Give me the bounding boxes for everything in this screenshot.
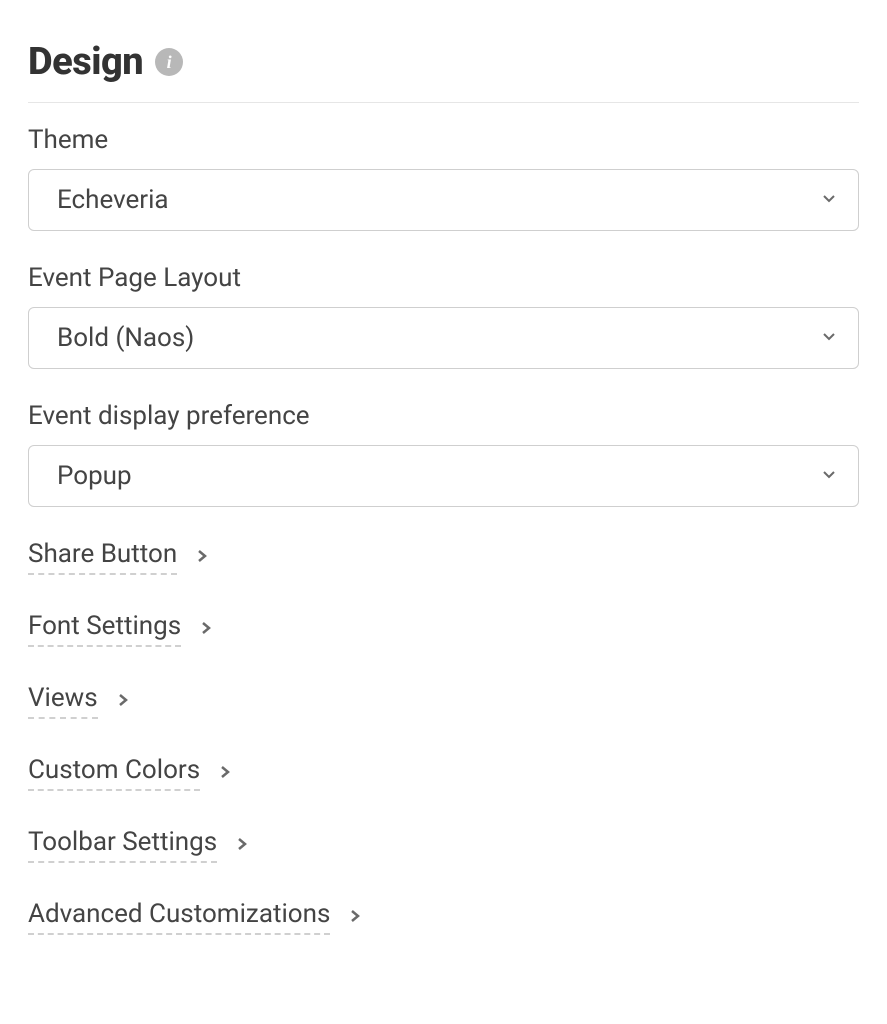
expandable-sections: Share Button Font Settings Views Custom … <box>28 539 859 971</box>
section-title: Design <box>28 40 143 84</box>
views-label: Views <box>28 683 98 719</box>
toolbar-settings-section[interactable]: Toolbar Settings <box>28 827 249 863</box>
views-section[interactable]: Views <box>28 683 130 719</box>
custom-colors-section[interactable]: Custom Colors <box>28 755 232 791</box>
font-settings-section[interactable]: Font Settings <box>28 611 213 647</box>
chevron-right-icon <box>199 620 213 639</box>
theme-select[interactable]: Echeveria <box>28 169 859 231</box>
event-display-preference-select-value: Popup <box>57 461 132 491</box>
theme-select-wrapper: Echeveria <box>28 169 859 231</box>
font-settings-label: Font Settings <box>28 611 181 647</box>
theme-select-value: Echeveria <box>57 185 169 215</box>
theme-field: Theme Echeveria <box>28 125 859 231</box>
event-page-layout-field: Event Page Layout Bold (Naos) <box>28 263 859 369</box>
chevron-right-icon <box>235 836 249 855</box>
toolbar-settings-label: Toolbar Settings <box>28 827 217 863</box>
theme-label: Theme <box>28 125 859 155</box>
event-page-layout-select[interactable]: Bold (Naos) <box>28 307 859 369</box>
advanced-customizations-label: Advanced Customizations <box>28 899 330 935</box>
share-button-label: Share Button <box>28 539 177 575</box>
event-display-preference-select[interactable]: Popup <box>28 445 859 507</box>
event-display-preference-label: Event display preference <box>28 401 859 431</box>
info-icon[interactable]: i <box>155 48 183 76</box>
chevron-right-icon <box>218 764 232 783</box>
event-page-layout-select-value: Bold (Naos) <box>57 323 194 353</box>
share-button-section[interactable]: Share Button <box>28 539 209 575</box>
chevron-right-icon <box>348 908 362 927</box>
event-page-layout-label: Event Page Layout <box>28 263 859 293</box>
design-section-header: Design i <box>28 40 859 103</box>
chevron-right-icon <box>195 548 209 567</box>
event-display-preference-select-wrapper: Popup <box>28 445 859 507</box>
event-display-preference-field: Event display preference Popup <box>28 401 859 507</box>
advanced-customizations-section[interactable]: Advanced Customizations <box>28 899 362 935</box>
custom-colors-label: Custom Colors <box>28 755 200 791</box>
chevron-right-icon <box>116 692 130 711</box>
event-page-layout-select-wrapper: Bold (Naos) <box>28 307 859 369</box>
